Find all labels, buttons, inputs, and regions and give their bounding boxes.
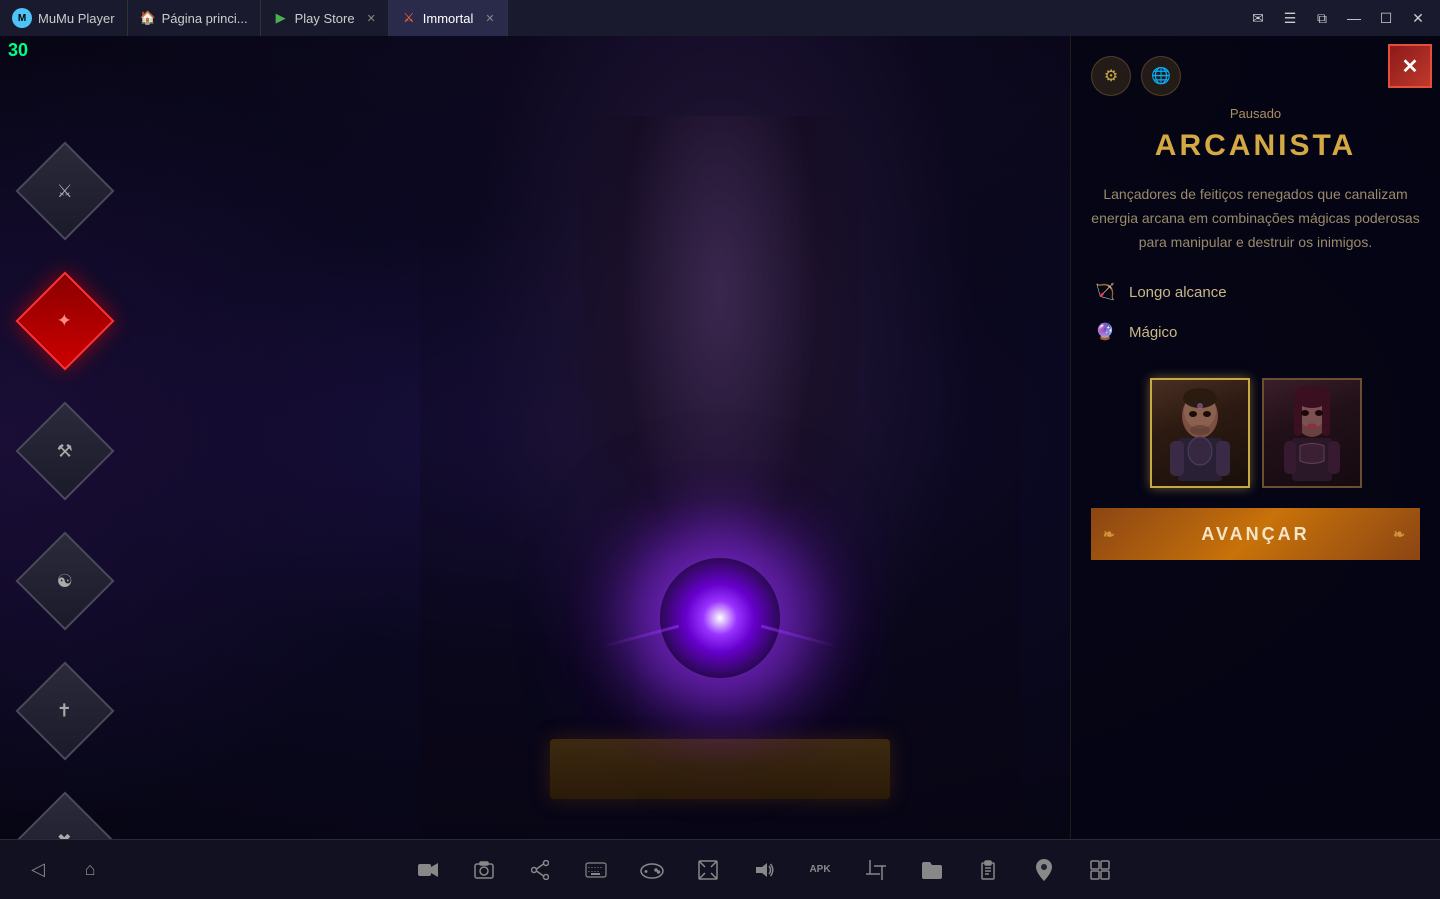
playstore-icon: ▶ xyxy=(273,10,289,26)
tab-immortal[interactable]: ⚔ Immortal ✕ xyxy=(389,0,508,36)
trait-range: 🏹 Longo alcance xyxy=(1091,278,1420,306)
trait-magic-label: Mágico xyxy=(1129,324,1177,341)
crusader-symbol: ✦ xyxy=(57,311,72,332)
apk-button[interactable]: APK xyxy=(802,852,838,888)
class-icon-necromancer[interactable]: ✝ xyxy=(16,662,115,761)
window-controls: ✉ ☰ ⧉ — ☐ ✕ xyxy=(1236,4,1440,32)
tab-playstore-label: Play Store xyxy=(295,11,355,26)
class-icons-panel: ⚔ ✦ ⚒ ☯ ✝ ✖ xyxy=(30,156,100,839)
tab-home[interactable]: 🏠 Página princi... xyxy=(128,0,261,36)
location-button[interactable] xyxy=(1026,852,1062,888)
magic-orb xyxy=(660,558,780,678)
advance-button[interactable]: AVANÇAR xyxy=(1091,508,1420,560)
maximize-button[interactable]: ☐ xyxy=(1372,4,1400,32)
minimize-button[interactable]: — xyxy=(1340,4,1368,32)
folder-button[interactable] xyxy=(914,852,950,888)
tab-home-label: Página princi... xyxy=(162,11,248,26)
class-icon-barbarian[interactable]: ⚔ xyxy=(16,142,115,241)
mumu-logo-icon: M xyxy=(12,8,32,28)
portrait-female[interactable] xyxy=(1262,378,1362,488)
barbarian-symbol: ⚔ xyxy=(57,180,73,201)
portrait-male[interactable] xyxy=(1150,378,1250,488)
bottom-center-tools: APK xyxy=(410,852,1118,888)
clipboard-button[interactable] xyxy=(970,852,1006,888)
share-button[interactable] xyxy=(522,852,558,888)
class-icon-crusader[interactable]: ✦ xyxy=(16,272,115,371)
bottom-left-nav: ◁ ⌂ xyxy=(20,852,108,888)
bottom-toolbar: ◁ ⌂ APK xyxy=(0,839,1440,899)
traits-section: 🏹 Longo alcance 🔮 Mágico xyxy=(1091,278,1420,358)
close-panel-button[interactable]: ✕ xyxy=(1388,44,1432,88)
game-area: ⚔ ✦ ⚒ ☯ ✝ ✖ ✕ ⚙ 🌐 Pausado ARCANISTA L xyxy=(0,36,1440,839)
class-icon-monk[interactable]: ☯ xyxy=(16,532,115,631)
fps-counter: 30 xyxy=(8,40,28,61)
paused-label: Pausado xyxy=(1091,106,1420,121)
tab-playstore-close[interactable]: ✕ xyxy=(367,12,376,25)
range-icon: 🏹 xyxy=(1091,278,1119,306)
app-name-label: MuMu Player xyxy=(38,11,115,26)
class-description: Lançadores de feitiços renegados que can… xyxy=(1091,183,1420,254)
crop-button[interactable] xyxy=(858,852,894,888)
magic-icon: 🔮 xyxy=(1091,318,1119,346)
back-button[interactable]: ◁ xyxy=(20,852,56,888)
volume-button[interactable] xyxy=(746,852,782,888)
grid-button[interactable] xyxy=(1082,852,1118,888)
home-button[interactable]: ⌂ xyxy=(72,852,108,888)
home-icon: 🏠 xyxy=(140,10,156,26)
menu-button[interactable]: ☰ xyxy=(1276,4,1304,32)
tab-playstore[interactable]: ▶ Play Store ✕ xyxy=(261,0,389,36)
tab-immortal-label: Immortal xyxy=(423,11,474,26)
video-record-button[interactable] xyxy=(410,852,446,888)
immortal-icon: ⚔ xyxy=(401,10,417,26)
wizard-symbol: ✖ xyxy=(57,831,72,840)
female-portrait-img xyxy=(1264,380,1360,486)
right-panel: ✕ ⚙ 🌐 Pausado ARCANISTA Lançadores de fe… xyxy=(1070,36,1440,839)
book-display xyxy=(550,739,890,799)
trait-magic: 🔮 Mágico xyxy=(1091,318,1420,346)
class-icon-wizard[interactable]: ✖ xyxy=(16,792,115,839)
class-icon-demon-hunter[interactable]: ⚒ xyxy=(16,402,115,501)
trait-range-label: Longo alcance xyxy=(1129,284,1227,301)
mail-button[interactable]: ✉ xyxy=(1244,4,1272,32)
demon-hunter-symbol: ⚒ xyxy=(57,440,73,461)
restore-button[interactable]: ⧉ xyxy=(1308,4,1336,32)
male-portrait-img xyxy=(1152,380,1248,486)
keyboard-button[interactable] xyxy=(578,852,614,888)
titlebar: M MuMu Player 🏠 Página princi... ▶ Play … xyxy=(0,0,1440,36)
panel-top-icons: ⚙ 🌐 xyxy=(1091,56,1420,96)
app-logo[interactable]: M MuMu Player xyxy=(0,0,128,36)
resize-button[interactable] xyxy=(690,852,726,888)
monk-symbol: ☯ xyxy=(57,570,73,591)
window-close-button[interactable]: ✕ xyxy=(1404,4,1432,32)
character-display xyxy=(420,36,1020,839)
tab-immortal-close[interactable]: ✕ xyxy=(485,12,494,25)
portraits-row xyxy=(1091,378,1420,488)
class-title: ARCANISTA xyxy=(1091,129,1420,163)
screenshot-button[interactable] xyxy=(466,852,502,888)
settings-icon-button[interactable]: ⚙ xyxy=(1091,56,1131,96)
globe-icon-button[interactable]: 🌐 xyxy=(1141,56,1181,96)
gamepad-button[interactable] xyxy=(634,852,670,888)
necromancer-symbol: ✝ xyxy=(57,701,72,722)
